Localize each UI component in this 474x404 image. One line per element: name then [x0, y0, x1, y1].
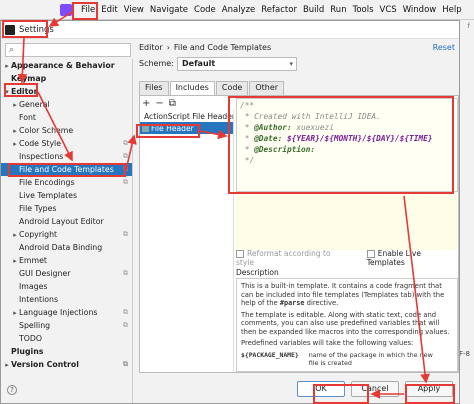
arrow-templates-to-header: [125, 134, 137, 171]
annotation-arrows: [17, 11, 430, 399]
arrow-file-to-settings: [48, 11, 73, 27]
arrow-editor-to-templates: [37, 91, 73, 162]
arrow-editor-to-apply: [403, 195, 430, 384]
arrow-header-to-editor: [199, 129, 228, 140]
arrow-settings-to-editor: [17, 37, 28, 84]
